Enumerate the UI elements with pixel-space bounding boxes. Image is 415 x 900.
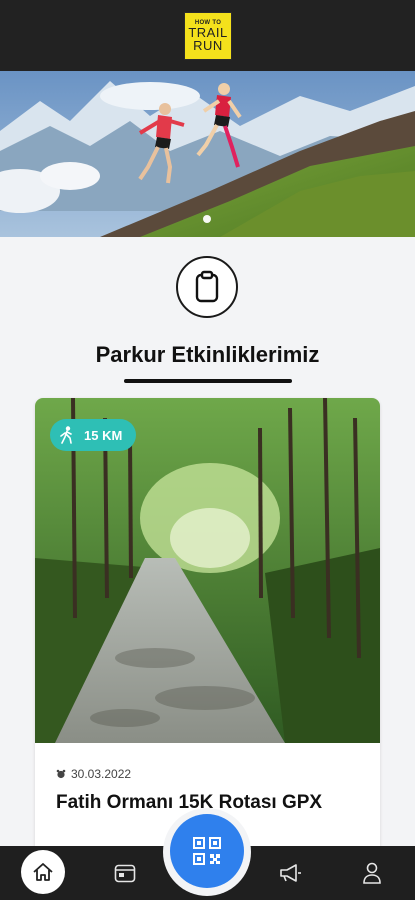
section-title-underline <box>124 379 292 383</box>
walking-icon <box>60 426 72 444</box>
route-event-card[interactable]: 15 KM 30.03.2022 Fatih Ormanı 15K Rotası… <box>35 398 380 868</box>
logo-line-3: RUN <box>193 38 223 53</box>
nav-announcements-button[interactable] <box>270 846 310 900</box>
user-icon <box>363 862 381 884</box>
home-icon <box>33 863 53 881</box>
hero-carousel[interactable] <box>0 71 415 237</box>
megaphone-icon <box>280 864 301 882</box>
calendar-icon <box>114 864 136 883</box>
event-date-row: 30.03.2022 <box>56 767 131 781</box>
carousel-indicator-dot[interactable] <box>203 215 211 223</box>
app-header: HOW TO TRAIL RUN <box>0 0 415 71</box>
how-to-trail-run-logo[interactable]: HOW TO TRAIL RUN <box>184 12 232 60</box>
clipboard-icon <box>176 256 238 318</box>
distance-badge: 15 KM <box>50 419 137 451</box>
nav-home-button[interactable] <box>21 850 65 894</box>
hero-image <box>0 71 415 237</box>
distance-label: 15 KM <box>84 427 123 443</box>
alarm-clock-icon <box>56 769 66 779</box>
scan-qr-button[interactable] <box>170 814 244 888</box>
nav-profile-button[interactable] <box>352 846 392 900</box>
section-title: Parkur Etkinliklerimiz <box>95 342 320 367</box>
event-date: 30.03.2022 <box>71 767 132 781</box>
qr-code-icon <box>193 837 221 865</box>
nav-calendar-button[interactable] <box>105 846 145 900</box>
